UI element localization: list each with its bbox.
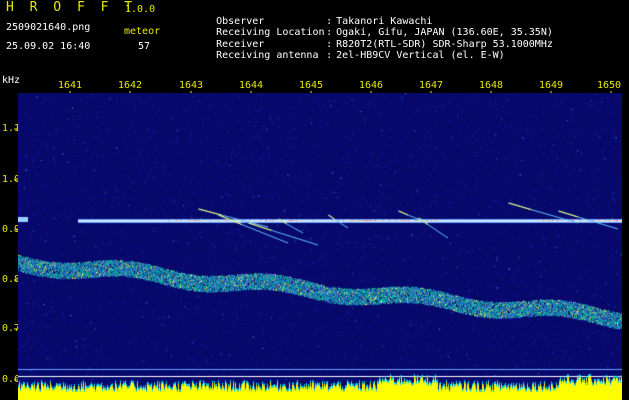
spectrogram-canvas [18,93,622,400]
hrofft-window: H R O F F T 1.0.0 2509021640.png meteor … [0,0,629,400]
spectrogram-display [18,93,622,400]
